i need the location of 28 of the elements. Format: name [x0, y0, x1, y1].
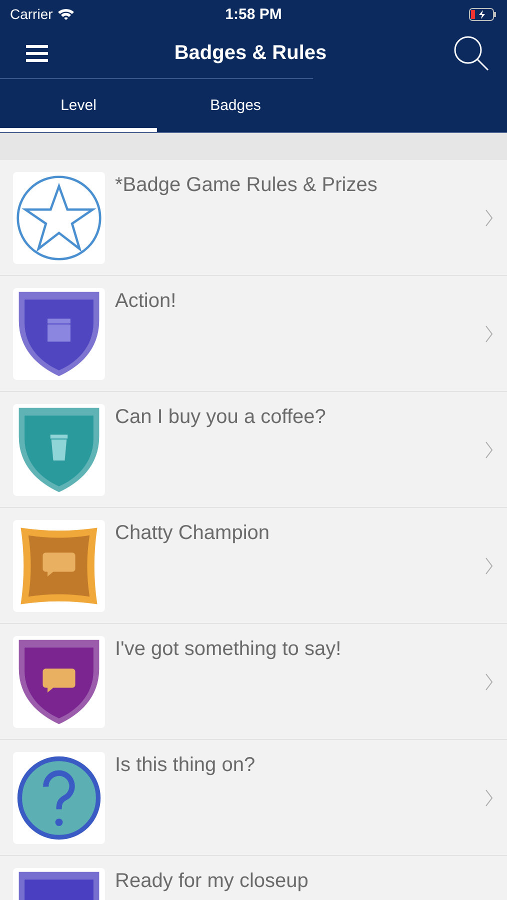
screen-title: Badges & Rules: [174, 42, 327, 64]
badge-title: Can I buy you a coffee?: [115, 406, 327, 429]
clock-time: 1:58 PM: [225, 6, 282, 22]
badge-list-row[interactable]: Can I buy you a coffee?: [0, 392, 507, 508]
badge-title: Chatty Champion: [115, 522, 271, 545]
tab[interactable]: Badges: [157, 79, 314, 132]
badge-list-row[interactable]: Action!: [0, 276, 507, 392]
chevron-icon: [485, 208, 493, 226]
chevron-icon: [485, 440, 493, 458]
badge-list-row[interactable]: Is this thing on?: [0, 740, 507, 856]
wifi-icon: [58, 8, 74, 20]
badge-title: I've got something to say!: [115, 638, 342, 661]
badge-title: *Badge Game Rules & Prizes: [115, 174, 378, 197]
badge-list-row[interactable]: *Badge Game Rules & Prizes: [0, 160, 507, 276]
chevron-icon: [485, 788, 493, 806]
chevron-icon: [485, 556, 493, 574]
chevron-icon: [485, 672, 493, 690]
badge-title: Ready for my closeup: [115, 870, 310, 893]
badge-list-row[interactable]: Ready for my closeup: [0, 856, 507, 900]
badge-list-row[interactable]: Chatty Champion: [0, 508, 507, 624]
badge-list-row[interactable]: I've got something to say!: [0, 624, 507, 740]
chevron-icon: [485, 324, 493, 342]
badge-title: Is this thing on?: [115, 754, 256, 777]
search-icon[interactable]: [452, 35, 489, 71]
battery-icon: [469, 8, 498, 20]
badge-title: Action!: [115, 290, 178, 313]
carrier-label: Carrier: [10, 6, 53, 22]
menu-icon[interactable]: [26, 44, 48, 62]
